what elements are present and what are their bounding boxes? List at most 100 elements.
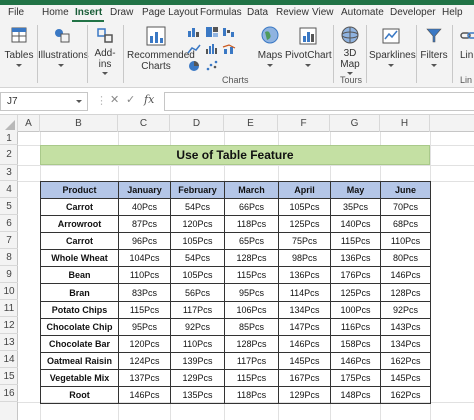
quantity-cell[interactable]: 115Pcs: [224, 368, 279, 388]
header-march[interactable]: March: [224, 181, 279, 199]
quantity-cell[interactable]: 146Pcs: [118, 386, 171, 405]
row-header-15[interactable]: 15: [0, 368, 18, 385]
row-header-1[interactable]: 1: [0, 132, 18, 145]
quantity-cell[interactable]: 175Pcs: [330, 368, 381, 388]
select-all-corner[interactable]: [0, 115, 18, 132]
quantity-cell[interactable]: 117Pcs: [170, 300, 225, 319]
quantity-cell[interactable]: 145Pcs: [278, 351, 331, 370]
tables-button[interactable]: Tables: [2, 26, 36, 72]
header-january[interactable]: January: [118, 181, 171, 199]
sparklines-button[interactable]: Sparklines: [369, 26, 416, 72]
quantity-cell[interactable]: 105Pcs: [170, 232, 225, 251]
insert-function-icon[interactable]: fx: [144, 93, 154, 106]
product-cell[interactable]: Chocolate Chip: [40, 317, 119, 336]
column-chart-icon[interactable]: [187, 26, 201, 38]
quantity-cell[interactable]: 136Pcs: [278, 266, 331, 285]
quantity-cell[interactable]: 95Pcs: [224, 283, 279, 302]
quantity-cell[interactable]: 128Pcs: [224, 249, 279, 268]
quantity-cell[interactable]: 95Pcs: [118, 317, 171, 336]
quantity-cell[interactable]: 115Pcs: [118, 300, 171, 319]
product-cell[interactable]: Chocolate Bar: [40, 334, 119, 353]
quantity-cell[interactable]: 96Pcs: [118, 232, 171, 251]
quantity-cell[interactable]: 162Pcs: [380, 386, 431, 405]
row-header-7[interactable]: 7: [0, 232, 18, 249]
quantity-cell[interactable]: 115Pcs: [330, 232, 381, 251]
links-button[interactable]: Lin: [456, 26, 474, 72]
quantity-cell[interactable]: 117Pcs: [224, 351, 279, 370]
quantity-cell[interactable]: 66Pcs: [224, 197, 279, 217]
quantity-cell[interactable]: 65Pcs: [224, 232, 279, 251]
product-cell[interactable]: Whole Wheat: [40, 249, 119, 268]
tab-insert[interactable]: Insert: [75, 7, 102, 18]
quantity-cell[interactable]: 116Pcs: [330, 317, 381, 336]
product-cell[interactable]: Root: [40, 386, 119, 405]
tab-view[interactable]: View: [312, 7, 334, 18]
product-cell[interactable]: Vegetable Mix: [40, 368, 119, 388]
column-header-a[interactable]: A: [18, 115, 40, 132]
statistic-chart-icon[interactable]: [205, 43, 219, 55]
hierarchy-chart-icon[interactable]: [205, 26, 219, 38]
quantity-cell[interactable]: 83Pcs: [118, 283, 171, 302]
quantity-cell[interactable]: 54Pcs: [170, 197, 225, 217]
quantity-cell[interactable]: 147Pcs: [278, 317, 331, 336]
quantity-cell[interactable]: 56Pcs: [170, 283, 225, 302]
quantity-cell[interactable]: 137Pcs: [118, 368, 171, 388]
quantity-cell[interactable]: 176Pcs: [330, 266, 381, 285]
product-cell[interactable]: Carrot: [40, 232, 119, 251]
row-header-16[interactable]: 16: [0, 385, 18, 402]
quantity-cell[interactable]: 135Pcs: [170, 386, 225, 405]
row-header-2[interactable]: 2: [0, 145, 18, 165]
header-february[interactable]: February: [170, 181, 225, 199]
row-header-6[interactable]: 6: [0, 215, 18, 232]
product-cell[interactable]: Arrowroot: [40, 215, 119, 234]
column-header-e[interactable]: E: [224, 115, 278, 132]
header-may[interactable]: May: [330, 181, 381, 199]
row-header-4[interactable]: 4: [0, 181, 18, 198]
tab-draw[interactable]: Draw: [110, 7, 133, 18]
column-header-h[interactable]: H: [380, 115, 430, 132]
combo-chart-icon[interactable]: [222, 43, 236, 55]
sheet-title[interactable]: Use of Table Feature: [40, 145, 430, 165]
quantity-cell[interactable]: 114Pcs: [278, 283, 331, 302]
product-cell[interactable]: Bean: [40, 266, 119, 285]
tab-formulas[interactable]: Formulas: [200, 7, 242, 18]
pivotchart-button[interactable]: PivotChart: [285, 26, 332, 72]
recommended-charts-button[interactable]: Recommended Charts: [127, 26, 195, 74]
quantity-cell[interactable]: 100Pcs: [330, 300, 381, 319]
quantity-cell[interactable]: 40Pcs: [118, 197, 171, 217]
quantity-cell[interactable]: 139Pcs: [170, 351, 225, 370]
quantity-cell[interactable]: 75Pcs: [278, 232, 331, 251]
product-cell[interactable]: Potato Chips: [40, 300, 119, 319]
quantity-cell[interactable]: 146Pcs: [380, 266, 431, 285]
quantity-cell[interactable]: 85Pcs: [224, 317, 279, 336]
row-header-12[interactable]: 12: [0, 317, 18, 334]
header-june[interactable]: June: [380, 181, 431, 199]
row-header-10[interactable]: 10: [0, 283, 18, 300]
formula-input[interactable]: [164, 92, 474, 111]
quantity-cell[interactable]: 125Pcs: [278, 215, 331, 234]
quantity-cell[interactable]: 35Pcs: [330, 197, 381, 217]
header-product[interactable]: Product: [40, 181, 119, 199]
quantity-cell[interactable]: 125Pcs: [330, 283, 381, 302]
quantity-cell[interactable]: 128Pcs: [380, 283, 431, 302]
quantity-cell[interactable]: 110Pcs: [380, 232, 431, 251]
quantity-cell[interactable]: 54Pcs: [170, 249, 225, 268]
product-cell[interactable]: Bran: [40, 283, 119, 302]
quantity-cell[interactable]: 120Pcs: [170, 215, 225, 234]
quantity-cell[interactable]: 68Pcs: [380, 215, 431, 234]
quantity-cell[interactable]: 106Pcs: [224, 300, 279, 319]
row-header-8[interactable]: 8: [0, 249, 18, 266]
quantity-cell[interactable]: 146Pcs: [330, 351, 381, 370]
quantity-cell[interactable]: 110Pcs: [170, 334, 225, 353]
quantity-cell[interactable]: 145Pcs: [380, 368, 431, 388]
quantity-cell[interactable]: 136Pcs: [330, 249, 381, 268]
cancel-icon[interactable]: ✕: [110, 93, 119, 106]
quantity-cell[interactable]: 92Pcs: [380, 300, 431, 319]
quantity-cell[interactable]: 129Pcs: [278, 386, 331, 405]
column-header-g[interactable]: G: [330, 115, 380, 132]
row-header-14[interactable]: 14: [0, 351, 18, 368]
quantity-cell[interactable]: 167Pcs: [278, 368, 331, 388]
quantity-cell[interactable]: 140Pcs: [330, 215, 381, 234]
header-april[interactable]: April: [278, 181, 331, 199]
quantity-cell[interactable]: 118Pcs: [224, 215, 279, 234]
